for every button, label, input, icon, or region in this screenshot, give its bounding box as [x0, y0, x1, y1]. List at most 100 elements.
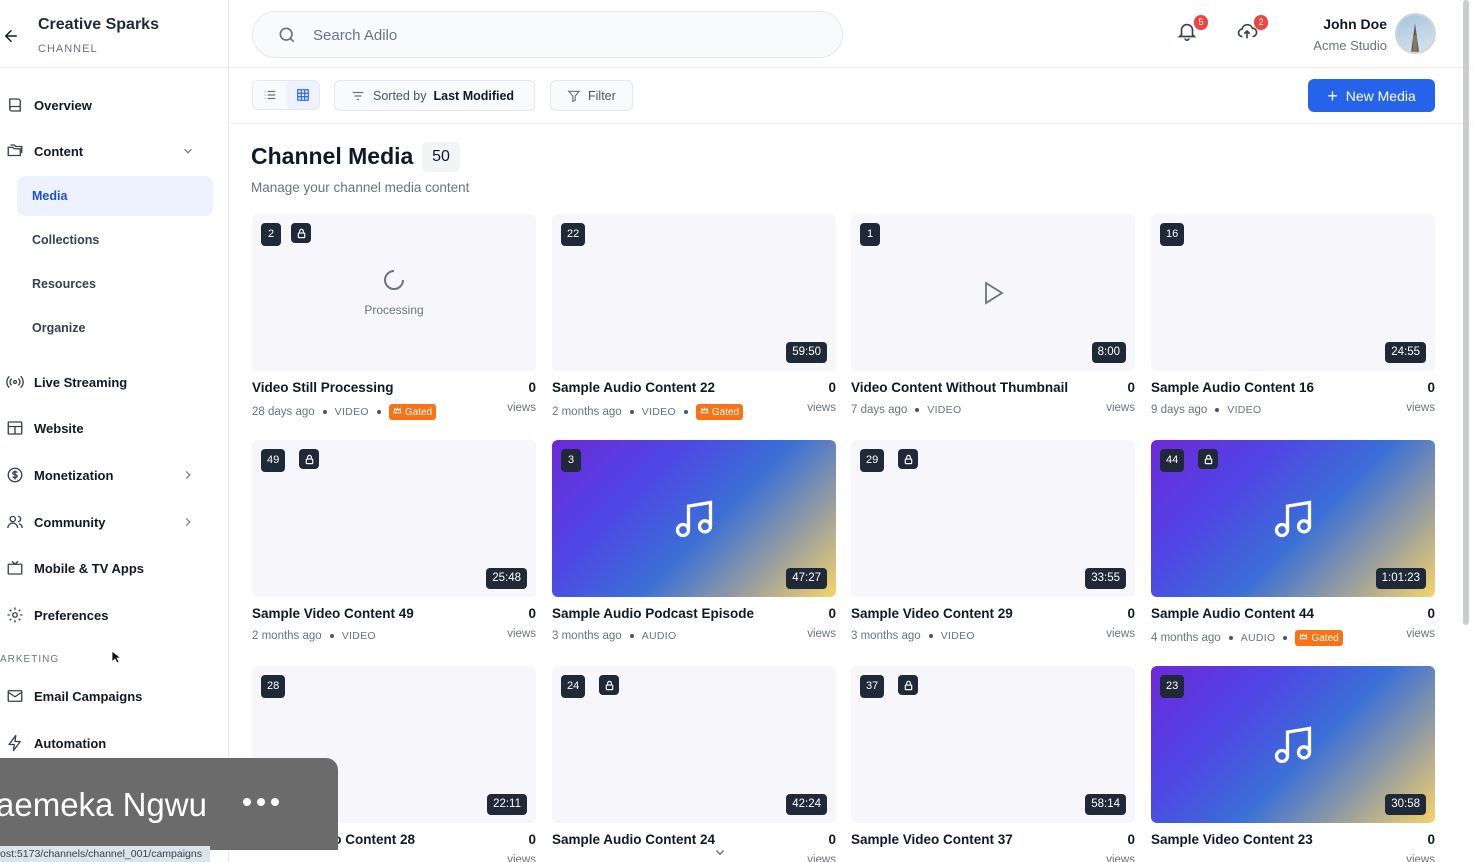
- sidebar-item-live-streaming[interactable]: Live Streaming: [0, 364, 212, 400]
- media-number-badge: 29: [860, 449, 885, 472]
- separator-dot: [1228, 636, 1233, 640]
- media-card[interactable]: 3 47:27 Sample Audio Podcast Episode 0 views…: [552, 440, 836, 650]
- channel-label: CHANNEL: [38, 43, 98, 55]
- media-thumbnail[interactable]: 3 47:27: [552, 440, 836, 597]
- gear-icon: [7, 607, 23, 623]
- media-number-badge: 1: [860, 223, 880, 246]
- media-card[interactable]: 44 1:01:23 Sample Audio Content 44 0 views 4 …: [1151, 440, 1435, 650]
- sidebar-item-label: Automation: [34, 735, 107, 751]
- sidebar-item-label: Live Streaming: [34, 374, 128, 390]
- sidebar-item-overview[interactable]: Overview: [0, 87, 212, 123]
- media-views-count: 0: [1127, 832, 1135, 847]
- media-thumbnail[interactable]: 29 33:55: [851, 440, 1135, 597]
- media-views-count: 0: [528, 606, 536, 621]
- notifications-badge: 5: [1194, 15, 1208, 30]
- media-card[interactable]: 49 25:48 Sample Video Content 49 0 views 2 mo…: [252, 440, 536, 650]
- media-number-badge: 3: [561, 449, 581, 472]
- media-title[interactable]: Sample Audio Podcast Episode: [552, 606, 802, 621]
- sidebar-subitem-resources[interactable]: Resources: [17, 264, 213, 304]
- duration-badge: 25:48: [486, 568, 527, 589]
- sidebar-item-label: Mobile & TV Apps: [34, 560, 145, 576]
- media-card[interactable]: 23 30:58 Sample Video Content 23 0 views: [1151, 666, 1435, 862]
- sidebar-subitem-media[interactable]: Media: [17, 176, 213, 216]
- play-icon[interactable]: [981, 280, 1005, 306]
- media-title[interactable]: Sample Audio Content 44: [1151, 606, 1401, 621]
- music-note-icon: [1274, 726, 1312, 763]
- arrow-left-icon[interactable]: [2, 27, 20, 45]
- search-input[interactable]: [313, 24, 813, 46]
- media-thumbnail[interactable]: 16 24:55: [1151, 214, 1435, 371]
- views-label: views: [1106, 402, 1135, 414]
- filter-label: Filter: [588, 88, 616, 103]
- search-box[interactable]: [252, 11, 843, 58]
- media-thumbnail[interactable]: 44 1:01:23: [1151, 440, 1435, 597]
- sidebar-item-community[interactable]: Community: [0, 504, 212, 540]
- sidebar-item-mobile-tv-apps[interactable]: Mobile & TV Apps: [0, 550, 212, 586]
- gated-badge: Gated: [388, 404, 437, 420]
- media-title[interactable]: Sample Video Content 29: [851, 606, 1101, 621]
- media-card[interactable]: 1 8:00 Video Content Without Thumbnail 0 vie…: [851, 214, 1135, 424]
- media-age: 3 months ago: [552, 630, 622, 642]
- media-title[interactable]: Sample Audio Content 16: [1151, 380, 1401, 395]
- filter-button[interactable]: Filter: [550, 80, 633, 111]
- sidebar-item-label: Community: [34, 514, 106, 530]
- user-name[interactable]: John Doe: [1323, 16, 1387, 32]
- sidebar-item-monetization[interactable]: Monetization: [0, 457, 212, 493]
- avatar[interactable]: [1395, 13, 1436, 54]
- more-options-icon[interactable]: [243, 798, 279, 806]
- chevron-right-icon[interactable]: [181, 515, 195, 529]
- sidebar-item-automation[interactable]: Automation: [0, 725, 212, 761]
- grid-view-button[interactable]: [286, 81, 319, 109]
- sidebar-subitem-organize[interactable]: Organize: [17, 308, 213, 348]
- participant-tile[interactable]: aemeka Ngwu: [0, 758, 338, 850]
- list-view-button[interactable]: [253, 81, 286, 109]
- duration-badge: 59:50: [786, 342, 827, 363]
- notifications-button[interactable]: 5: [1176, 15, 1208, 46]
- media-thumbnail[interactable]: 24 42:24: [552, 666, 836, 823]
- sidebar-item-website[interactable]: Website: [0, 410, 212, 446]
- processing-label: Processing: [364, 303, 424, 317]
- search-icon: [279, 27, 295, 43]
- media-title[interactable]: Sample Audio Content 24: [552, 832, 802, 847]
- media-number-badge: 28: [261, 675, 286, 698]
- media-title[interactable]: Video Still Processing: [252, 380, 502, 395]
- media-number-badge: 37: [860, 675, 885, 698]
- sort-icon: [352, 91, 364, 100]
- sidebar-item-preferences[interactable]: Preferences: [0, 597, 212, 633]
- media-card[interactable]: 37 58:14 Sample Video Content 37 0 views: [851, 666, 1135, 862]
- media-card[interactable]: 24 42:24 Sample Audio Content 24 0 views: [552, 666, 836, 862]
- media-thumbnail[interactable]: 37 58:14: [851, 666, 1135, 823]
- media-thumbnail[interactable]: 23 30:58: [1151, 666, 1435, 823]
- media-age: 2 months ago: [552, 406, 622, 418]
- scrollbar[interactable]: [1463, 0, 1469, 625]
- media-card[interactable]: 16 24:55 Sample Audio Content 16 0 views 9 da…: [1151, 214, 1435, 424]
- view-toggle: [252, 80, 320, 110]
- media-card[interactable]: 29 33:55 Sample Video Content 29 0 views 3 mo…: [851, 440, 1135, 650]
- media-type: AUDIO: [1240, 632, 1276, 644]
- uploads-button[interactable]: 2: [1236, 15, 1268, 46]
- sidebar-item-email-campaigns[interactable]: Email Campaigns: [0, 678, 212, 714]
- media-card[interactable]: 22 59:50 Sample Audio Content 22 0 views 2 mo…: [552, 214, 836, 424]
- media-thumbnail[interactable]: Processing 2: [252, 214, 536, 371]
- media-thumbnail[interactable]: 22 59:50: [552, 214, 836, 371]
- top-bar: 5 2 John Doe Acme Studio: [229, 0, 1473, 68]
- media-thumbnail[interactable]: 1 8:00: [851, 214, 1135, 371]
- media-card[interactable]: Processing 2 Video Still Processing 0 views 2…: [252, 214, 536, 424]
- media-title[interactable]: Sample Video Content 49: [252, 606, 502, 621]
- sidebar-subitem-collections[interactable]: Collections: [17, 220, 213, 260]
- media-title[interactable]: Video Content Without Thumbnail: [851, 380, 1101, 395]
- media-thumbnail[interactable]: 49 25:48: [252, 440, 536, 597]
- new-media-button[interactable]: + New Media: [1308, 79, 1435, 112]
- channel-name: Creative Sparks: [38, 16, 159, 33]
- media-title[interactable]: Sample Audio Content 22: [552, 380, 802, 395]
- sidebar-item-content[interactable]: Content: [0, 133, 212, 169]
- chevron-right-icon[interactable]: [181, 468, 195, 482]
- media-views-count: 0: [1427, 606, 1435, 621]
- media-title[interactable]: Sample Video Content 37: [851, 832, 1101, 847]
- chevron-down-icon[interactable]: [181, 144, 195, 158]
- duration-badge: 1:01:23: [1375, 568, 1426, 589]
- sidebar-item-label: Overview: [34, 97, 92, 113]
- chevron-down-icon[interactable]: [712, 846, 728, 860]
- sort-button[interactable]: Sorted by Last Modified: [334, 80, 535, 111]
- media-title[interactable]: Sample Video Content 23: [1151, 832, 1401, 847]
